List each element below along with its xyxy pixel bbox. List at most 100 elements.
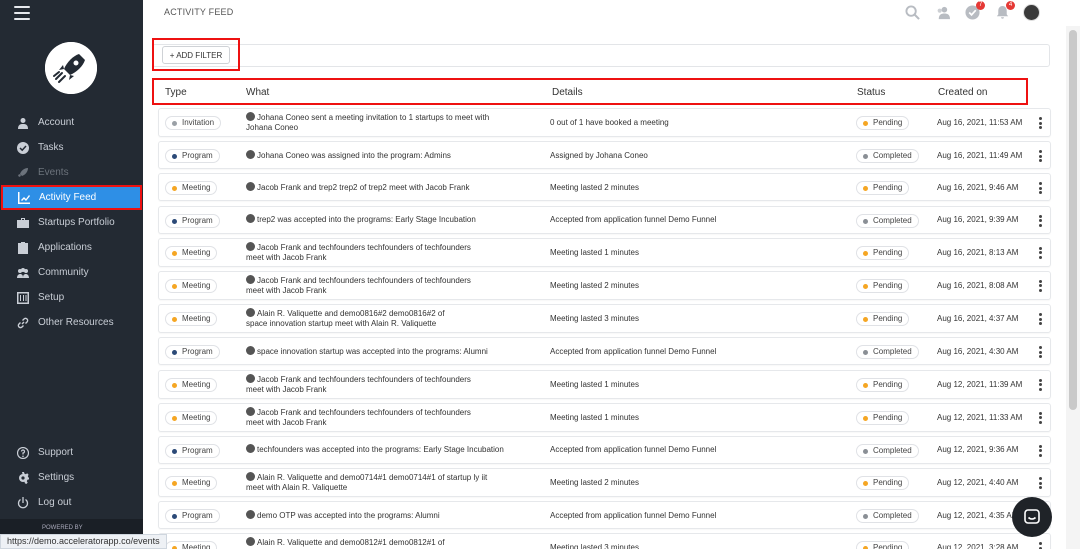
more-options-icon[interactable] — [1037, 246, 1043, 259]
avatar-icon — [246, 537, 255, 547]
more-options-icon[interactable] — [1037, 378, 1043, 391]
details-cell: Meeting lasted 1 minutes — [550, 247, 639, 257]
table-row[interactable]: Invitation Johana Coneo sent a meeting in… — [158, 108, 1051, 137]
what-line-1: demo OTP was accepted into the programs:… — [246, 509, 536, 521]
table-row[interactable]: Meeting Jacob Frank and techfounders tech… — [158, 369, 1051, 399]
filter-bar[interactable] — [152, 44, 1050, 67]
table-header: Type What Details Status Created on — [152, 78, 1028, 105]
type-badge: Meeting — [165, 278, 218, 293]
avatar-icon — [246, 274, 255, 284]
bell-icon[interactable]: 4 — [993, 1, 1015, 21]
sidebar-item-tasks[interactable]: Tasks — [0, 135, 143, 160]
type-badge: Meeting — [165, 541, 218, 549]
more-options-icon[interactable] — [1037, 279, 1043, 292]
avatar-icon — [246, 444, 255, 454]
more-options-icon[interactable] — [1037, 182, 1043, 195]
what-text: Jacob Frank and techfounders techfounder… — [257, 242, 471, 252]
chat-launcher-button[interactable] — [1012, 497, 1052, 537]
column-status[interactable]: Status — [857, 87, 885, 98]
sidebar-item-label: Tasks — [38, 142, 64, 153]
more-options-icon[interactable] — [1037, 477, 1043, 490]
sidebar-item-activity-feed[interactable]: Activity Feed — [1, 185, 142, 210]
what-text: trep2 was accepted into the programs: Ea… — [257, 215, 476, 225]
table-row[interactable]: Meeting Alain R. Valiquette and demo0812#… — [158, 533, 1051, 549]
check-circle-icon — [16, 141, 30, 155]
column-what[interactable]: What — [246, 87, 269, 98]
column-details[interactable]: Details — [552, 87, 583, 98]
details-cell: Assigned by Johana Coneo — [550, 150, 648, 160]
what-text: Jacob Frank and trep2 trep2 of trep2 mee… — [257, 182, 470, 192]
what-text: Alain R. Valiquette and demo0816#2 demo0… — [257, 309, 445, 319]
status-badge: Pending — [856, 278, 910, 293]
sidebar-item-settings[interactable]: Settings — [0, 465, 143, 490]
what-cell: Jacob Frank and techfounders techfounder… — [246, 404, 536, 431]
page-title: ACTIVITY FEED — [164, 7, 234, 17]
what-text: Johana Coneo sent a meeting invitation t… — [257, 113, 490, 122]
add-filter-highlight: + ADD FILTER — [152, 38, 240, 71]
column-created-on[interactable]: Created on — [938, 87, 987, 98]
more-options-icon[interactable] — [1037, 411, 1043, 424]
table-row[interactable]: Meeting Jacob Frank and techfounders tech… — [158, 402, 1051, 432]
more-options-icon[interactable] — [1037, 117, 1043, 129]
chart-icon — [17, 191, 31, 205]
what-line-1: techfounders was accepted into the progr… — [246, 444, 536, 455]
sidebar-item-community[interactable]: Community — [0, 260, 143, 285]
sidebar-item-other-resources[interactable]: Other Resources — [0, 310, 143, 335]
what-line-2: meet with Jacob Frank — [246, 253, 536, 263]
more-options-icon[interactable] — [1037, 346, 1043, 359]
menu-icon[interactable] — [14, 6, 30, 20]
table-row[interactable]: Program Johana Coneo was assigned into th… — [158, 141, 1051, 170]
what-text: techfounders was accepted into the progr… — [257, 445, 504, 455]
what-line-2: Johana Coneo — [246, 123, 536, 133]
sidebar-item-support[interactable]: Support — [0, 440, 143, 465]
tasks-check-icon[interactable]: 7 — [963, 1, 985, 21]
sidebar-item-setup[interactable]: Setup — [0, 285, 143, 310]
people-icon[interactable] — [933, 3, 951, 21]
type-badge: Program — [165, 509, 220, 524]
browser-status-url: https://demo.acceleratorapp.co/events — [0, 534, 167, 549]
what-text-2: meet with Jacob Frank — [246, 384, 327, 394]
created-on-cell: Aug 16, 2021, 11:49 AM — [937, 150, 1023, 160]
status-badge: Pending — [856, 181, 910, 196]
table-row[interactable]: Meeting Alain R. Valiquette and demo0714#… — [158, 468, 1051, 498]
avatar-icon — [246, 241, 255, 251]
table-row[interactable]: Meeting Jacob Frank and techfounders tech… — [158, 237, 1051, 267]
what-line-2: meet with Jacob Frank — [246, 418, 536, 428]
user-avatar[interactable] — [1023, 3, 1040, 21]
created-on-cell: Aug 16, 2021, 9:39 AM — [937, 215, 1019, 225]
sidebar-item-applications[interactable]: Applications — [0, 235, 143, 260]
created-on-cell: Aug 16, 2021, 8:13 AM — [937, 247, 1019, 257]
add-filter-button[interactable]: + ADD FILTER — [162, 46, 230, 64]
details-cell: Meeting lasted 3 minutes — [550, 543, 639, 549]
sidebar-item-startups-portfolio[interactable]: Startups Portfolio — [0, 210, 143, 235]
table-row[interactable]: Meeting Alain R. Valiquette and demo0816#… — [158, 304, 1051, 334]
more-options-icon[interactable] — [1037, 214, 1043, 227]
scrollbar-thumb[interactable] — [1069, 30, 1077, 410]
details-cell: Accepted from application funnel Demo Fu… — [550, 510, 717, 520]
created-on-cell: Aug 16, 2021, 9:46 AM — [937, 182, 1019, 192]
more-options-icon[interactable] — [1037, 444, 1043, 457]
more-options-icon[interactable] — [1037, 150, 1043, 163]
table-row[interactable]: Program trep2 was accepted into the progr… — [158, 205, 1051, 234]
sidebar-item-account[interactable]: Account — [0, 110, 143, 135]
table-row[interactable]: Program demo OTP was accepted into the pr… — [158, 501, 1051, 530]
status-badge: Pending — [856, 245, 910, 260]
more-options-icon[interactable] — [1037, 313, 1043, 326]
sidebar-item-label: Events — [38, 167, 69, 178]
sidebar-item-events[interactable]: Events — [0, 160, 143, 185]
table-row[interactable]: Meeting Jacob Frank and trep2 trep2 of tr… — [158, 173, 1051, 202]
more-options-icon[interactable] — [1037, 542, 1043, 549]
column-type[interactable]: Type — [165, 87, 187, 98]
sidebar-item-log-out[interactable]: Log out — [0, 490, 143, 515]
bell-badge: 4 — [1006, 1, 1015, 10]
type-badge: Meeting — [165, 245, 218, 260]
page-scrollbar[interactable] — [1066, 26, 1080, 549]
table-row[interactable]: Meeting Jacob Frank and techfounders tech… — [158, 270, 1051, 300]
search-icon[interactable] — [903, 3, 921, 21]
avatar-icon — [246, 373, 255, 383]
table-row[interactable]: Program techfounders was accepted into th… — [158, 435, 1051, 464]
table-row[interactable]: Program space innovation startup was acce… — [158, 337, 1051, 366]
tasks-badge: 7 — [976, 1, 985, 10]
what-cell: Jacob Frank and techfounders techfounder… — [246, 239, 536, 266]
what-line-1: space innovation startup was accepted in… — [246, 345, 536, 357]
